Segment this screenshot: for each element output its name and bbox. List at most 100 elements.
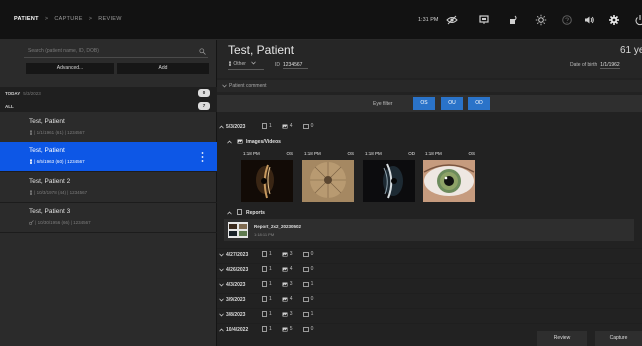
reports-section-toggle[interactable]: Reports bbox=[217, 207, 642, 219]
visit-row-expanded[interactable]: 5/3/2023 1 4 0 bbox=[217, 121, 642, 133]
gender-icon bbox=[229, 61, 231, 66]
review-button[interactable]: Review bbox=[537, 331, 587, 346]
visit-date: 4/27/2023 bbox=[226, 252, 249, 258]
group-all-label: ALL bbox=[5, 104, 14, 109]
report-name: Report_2x2_20230502 bbox=[254, 224, 302, 229]
visit-row[interactable]: 4/3/2023 1 3 1 bbox=[217, 278, 642, 290]
gender-select[interactable]: Other bbox=[228, 61, 264, 70]
images-section-toggle[interactable]: Images/Videos bbox=[217, 136, 642, 148]
dob-field[interactable]: Date of birth 1/1/1962 bbox=[570, 62, 620, 69]
video-icon bbox=[302, 296, 309, 302]
chevron-down-icon bbox=[219, 283, 224, 287]
visit-video-count: 1 bbox=[310, 281, 314, 287]
image-thumbnail[interactable]: 1:18 PM OS bbox=[299, 150, 357, 204]
breadcrumb: PATIENT > CAPTURE > REVIEW bbox=[14, 16, 122, 22]
report-icon bbox=[262, 296, 267, 302]
capture-button[interactable]: Capture bbox=[595, 331, 642, 346]
patient-list-item-selected[interactable]: Test, Patient | 6/5/1963 (60) | 1234567 bbox=[0, 142, 217, 172]
patient-list-item[interactable]: Test, Patient | 1/1/1961 (61) | 1234567 bbox=[0, 113, 217, 143]
slit-lamp-image bbox=[241, 160, 293, 202]
search-icon[interactable] bbox=[199, 48, 206, 55]
group-all[interactable]: ALL 7 bbox=[0, 100, 217, 112]
breadcrumb-separator: > bbox=[88, 16, 93, 22]
breadcrumb-separator: > bbox=[44, 16, 49, 22]
power-icon[interactable] bbox=[634, 14, 642, 26]
patient-list-item[interactable]: Test, Patient 3 | 10/30/1956 (66) | 1234… bbox=[0, 203, 217, 233]
patient-comment-toggle[interactable]: Patient comment bbox=[217, 80, 642, 92]
patient-id-value: 1234567 bbox=[283, 62, 309, 69]
group-today-label: TODAY bbox=[5, 91, 21, 96]
chevron-down-icon bbox=[222, 84, 227, 88]
image-icon bbox=[237, 139, 243, 144]
more-options-icon[interactable] bbox=[201, 151, 204, 163]
group-all-count: 7 bbox=[198, 102, 210, 110]
iris-image bbox=[302, 160, 354, 202]
visit-row[interactable]: 3/9/2023 1 4 0 bbox=[217, 293, 642, 305]
slit-lamp-image bbox=[363, 160, 415, 202]
volume-icon[interactable] bbox=[583, 14, 595, 26]
visit-video-count: 0 bbox=[310, 326, 314, 332]
eye-filter-ou[interactable]: OU bbox=[441, 97, 463, 110]
search-input[interactable] bbox=[24, 45, 208, 57]
image-thumbnail[interactable]: 1:18 PM OS bbox=[420, 150, 478, 204]
visit-video-count: 0 bbox=[310, 266, 314, 272]
advanced-button[interactable]: Advanced... bbox=[26, 63, 114, 74]
gender-icon bbox=[29, 220, 34, 225]
patient-age: 61 ye bbox=[620, 45, 642, 56]
breadcrumb-review[interactable]: REVIEW bbox=[98, 16, 122, 22]
chevron-down-icon bbox=[251, 61, 257, 65]
visit-video-count: 0 bbox=[310, 123, 314, 129]
eye-image bbox=[423, 160, 475, 202]
group-today-date: 5/3/2023 bbox=[23, 91, 41, 96]
brightness-icon[interactable] bbox=[535, 14, 547, 26]
visit-image-count: 3 bbox=[289, 311, 293, 317]
visit-date: 5/3/2023 bbox=[226, 124, 246, 130]
video-icon bbox=[302, 311, 309, 317]
search-box bbox=[24, 45, 208, 58]
image-thumbnail[interactable]: 1:18 PM OS bbox=[238, 150, 296, 204]
monitor-icon[interactable] bbox=[478, 14, 490, 26]
top-bar: PATIENT > CAPTURE > REVIEW 1:31 PM bbox=[0, 0, 642, 40]
patient-list-item[interactable]: Test, Patient 2 | 10/3/1978 (44) | 12345… bbox=[0, 173, 217, 203]
breadcrumb-patient[interactable]: PATIENT bbox=[14, 16, 39, 22]
patient-meta: 1/1/1961 (61) | 1234567 bbox=[36, 130, 85, 135]
eye-filter-os[interactable]: OS bbox=[413, 97, 435, 110]
images-section-label: Images/Videos bbox=[246, 139, 281, 145]
thumb-eye: OS bbox=[286, 151, 293, 156]
help-icon[interactable] bbox=[561, 14, 573, 26]
eye-filter-bar: Eye filter OS OU OD bbox=[217, 95, 642, 112]
dob-value: 1/1/1962 bbox=[600, 62, 620, 69]
thumb-time: 1:18 PM bbox=[304, 151, 321, 156]
visit-video-count: 1 bbox=[310, 311, 314, 317]
add-patient-button[interactable]: Add bbox=[117, 63, 209, 74]
visit-row[interactable]: 4/27/2023 1 3 0 bbox=[217, 248, 642, 260]
image-icon bbox=[282, 124, 288, 128]
visit-date: 3/9/2023 bbox=[226, 297, 246, 303]
visit-video-count: 0 bbox=[310, 251, 314, 257]
settings-icon[interactable] bbox=[608, 14, 620, 26]
chevron-up-icon bbox=[219, 328, 224, 332]
group-today[interactable]: TODAY 5/3/2023 0 bbox=[0, 87, 217, 100]
sensor-icon[interactable] bbox=[507, 14, 519, 26]
visit-image-count: 5 bbox=[289, 326, 293, 332]
eye-filter-od[interactable]: OD bbox=[468, 97, 490, 110]
chevron-down-icon bbox=[219, 253, 224, 257]
visit-report-count: 1 bbox=[269, 251, 272, 257]
patient-id-field[interactable]: ID 1234567 bbox=[275, 62, 309, 69]
report-thumbnail bbox=[228, 222, 248, 238]
patient-name: Test, Patient bbox=[29, 118, 65, 125]
visit-row[interactable]: 3/8/2023 1 3 1 bbox=[217, 308, 642, 320]
visit-image-count: 4 bbox=[289, 266, 293, 272]
patient-meta: 10/30/1956 (66) | 1234567 bbox=[37, 220, 91, 225]
image-icon bbox=[282, 282, 288, 286]
breadcrumb-capture[interactable]: CAPTURE bbox=[54, 16, 82, 22]
report-icon bbox=[262, 326, 267, 332]
chevron-down-icon bbox=[219, 268, 224, 272]
gender-icon bbox=[30, 190, 32, 195]
thumb-eye: OS bbox=[347, 151, 354, 156]
report-icon bbox=[262, 311, 267, 317]
image-thumbnail[interactable]: 1:18 PM OD bbox=[360, 150, 418, 204]
visit-row[interactable]: 4/26/2023 1 4 0 bbox=[217, 263, 642, 275]
report-item[interactable]: Report_2x2_20230502 1:18:11 PM bbox=[224, 219, 634, 241]
eye-slash-icon[interactable] bbox=[446, 14, 458, 26]
